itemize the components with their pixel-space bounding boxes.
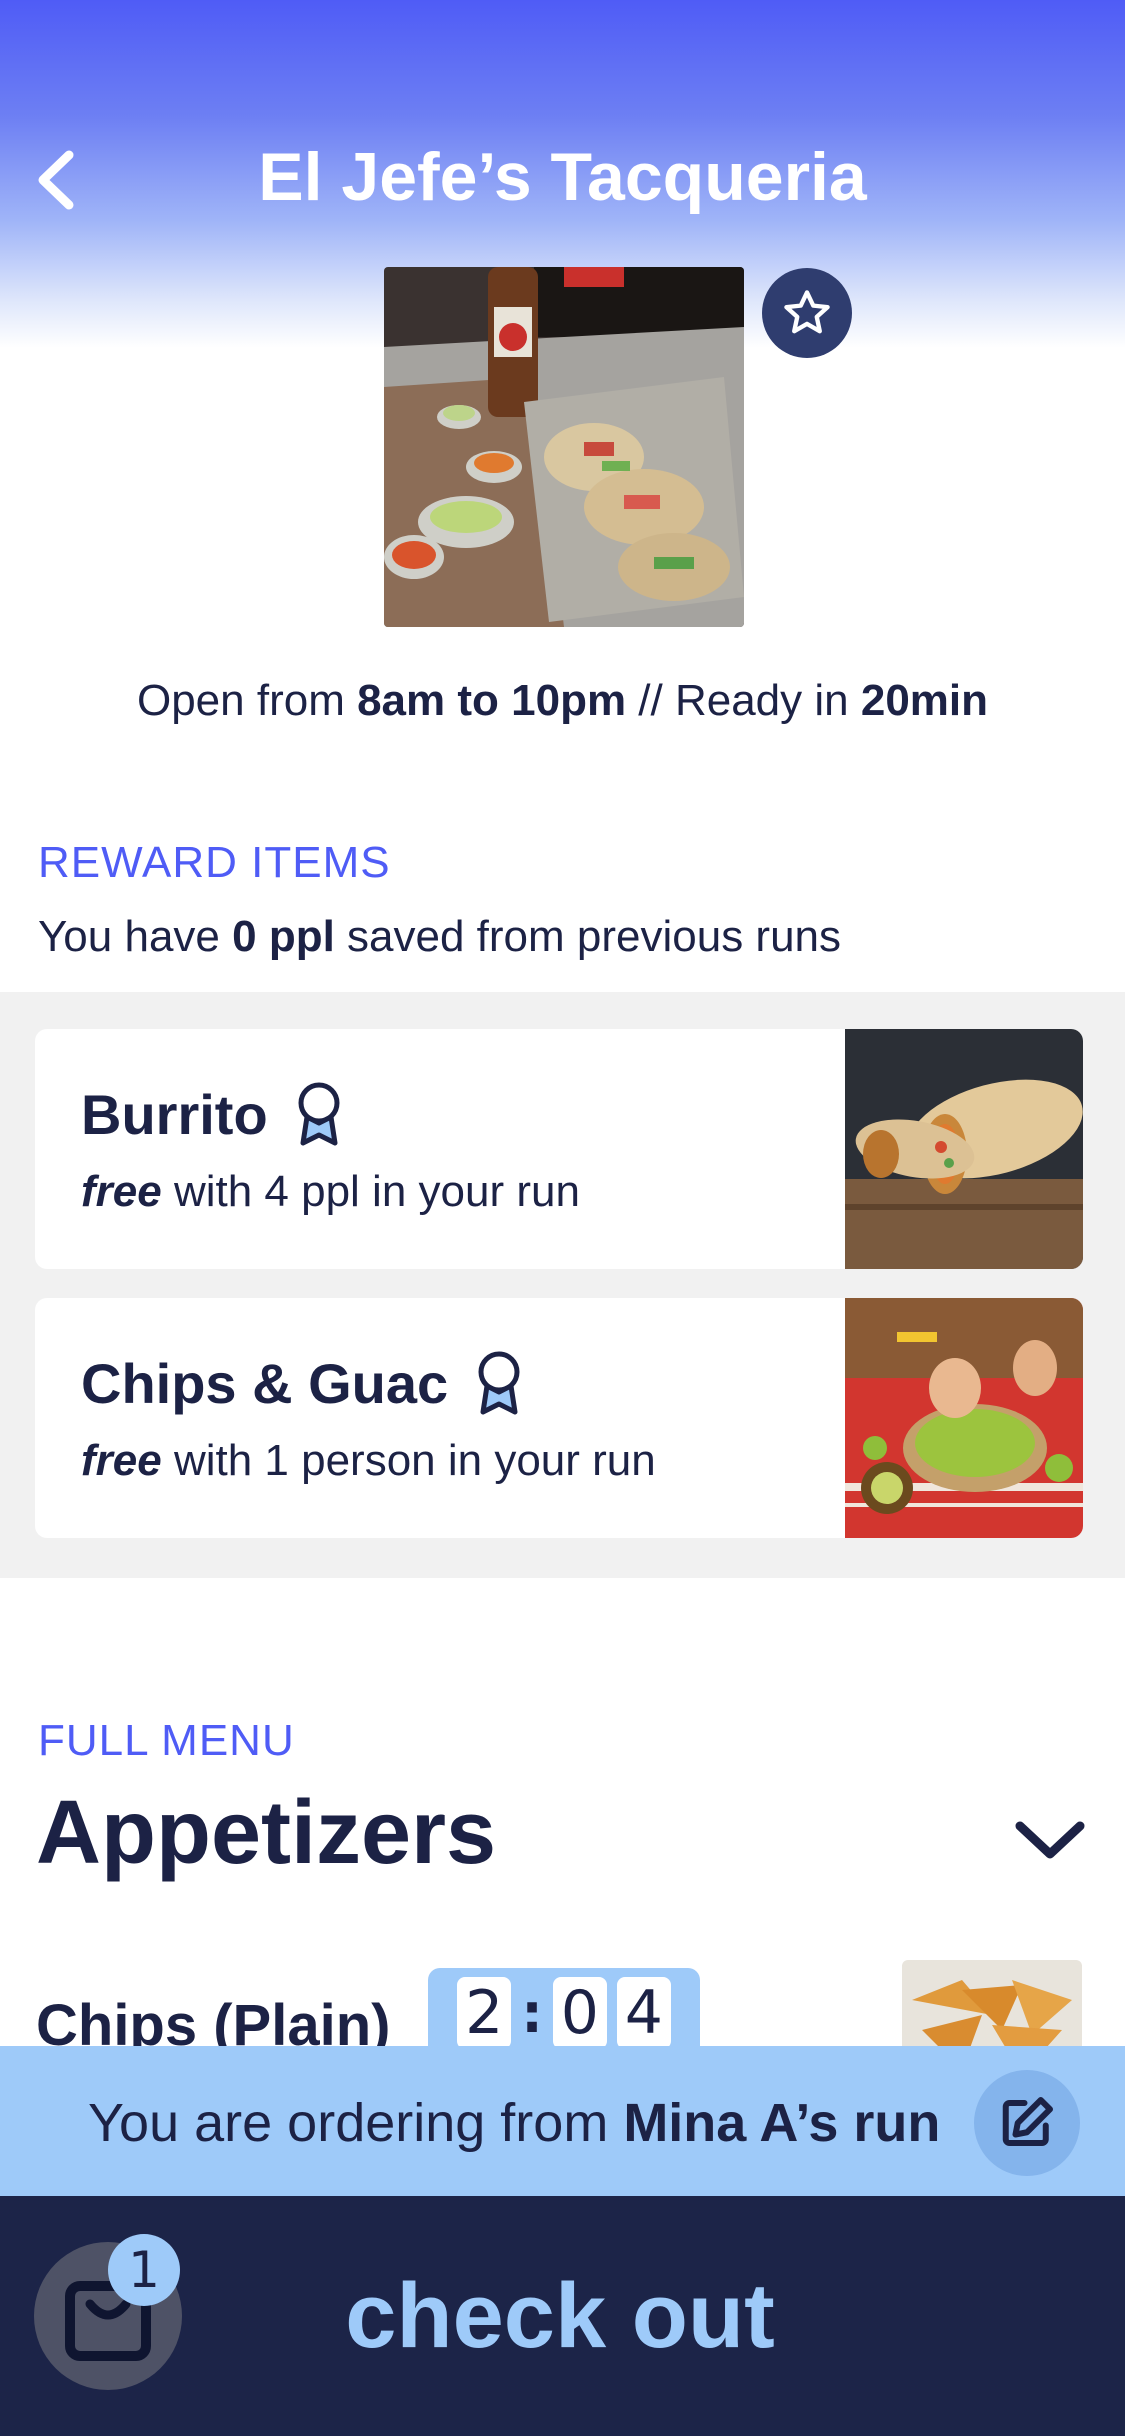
opening-hours: 8am to 10pm	[357, 676, 627, 725]
star-icon	[784, 290, 830, 334]
award-ribbon-icon	[478, 1351, 520, 1415]
ordering-from-bar: You are ordering from Mina A’s run	[0, 2046, 1125, 2196]
ordering-from-text: You are ordering from Mina A’s run	[88, 2092, 940, 2154]
ordering-prefix: You are ordering from	[88, 2093, 624, 2153]
condition-text: with 4 ppl in your run	[161, 1167, 580, 1216]
restaurant-title: El Jefe’s Tacqueria	[258, 139, 867, 215]
checkout-button[interactable]: check out	[250, 2256, 870, 2376]
run-countdown-timer: 2 : 0 4	[428, 1968, 700, 2058]
free-label: free	[81, 1167, 162, 1216]
reward-items-panel: Burrito free with 4 ppl in your run Chip…	[0, 992, 1125, 1578]
reward-item-name: Chips & Guac	[81, 1351, 449, 1415]
menu-item-name: Chips (Plain)	[36, 1993, 391, 2047]
burrito-photo	[845, 1029, 1083, 1269]
ready-time: 20min	[860, 676, 989, 725]
category-title: Appetizers	[36, 1783, 497, 1883]
edit-run-button[interactable]	[974, 2070, 1080, 2176]
reward-item-name: Burrito	[81, 1082, 268, 1146]
reward-item-condition: free with 4 ppl in your run	[81, 1167, 580, 1217]
hours-info: Open from 8am to 10pm // Ready in 20min	[0, 676, 1125, 726]
timer-seconds-ones-digit: 4	[616, 1977, 671, 2049]
full-menu-label: FULL MENU	[38, 1716, 295, 1765]
favorite-button[interactable]	[762, 268, 852, 358]
category-toggle-button[interactable]	[1010, 1810, 1090, 1870]
chips-guac-photo	[845, 1298, 1083, 1538]
checkout-bar: 1 check out	[0, 2196, 1125, 2436]
saved-suffix: saved from previous runs	[334, 912, 842, 961]
saved-count: 0 ppl	[232, 912, 335, 961]
restaurant-photo	[384, 267, 744, 627]
chips-photo	[902, 1960, 1082, 2047]
hours-separator: // Ready in	[626, 676, 861, 725]
timer-minutes-digit: 2	[457, 1977, 512, 2049]
award-ribbon-icon	[298, 1082, 340, 1146]
hours-prefix: Open from	[136, 676, 358, 725]
saved-ppl-text: You have 0 ppl saved from previous runs	[38, 912, 841, 962]
run-owner: Mina A’s run	[623, 2093, 941, 2153]
chevron-down-icon	[1015, 1821, 1085, 1859]
free-label: free	[81, 1436, 162, 1485]
timer-colon: :	[521, 1981, 543, 2045]
reward-card-burrito[interactable]: Burrito free with 4 ppl in your run	[35, 1029, 1083, 1269]
condition-text: with 1 person in your run	[161, 1436, 656, 1485]
reward-card-chips-guac[interactable]: Chips & Guac free with 1 person in your …	[35, 1298, 1083, 1538]
reward-item-condition: free with 1 person in your run	[81, 1436, 656, 1486]
edit-pencil-icon	[1002, 2097, 1053, 2146]
reward-item-title: Chips & Guac	[81, 1350, 524, 1416]
timer-seconds-tens-digit: 0	[552, 1977, 607, 2049]
reward-item-title: Burrito	[81, 1081, 344, 1147]
cart-count-badge: 1	[108, 2234, 180, 2306]
saved-prefix: You have	[38, 912, 233, 961]
reward-items-label: REWARD ITEMS	[38, 838, 391, 887]
